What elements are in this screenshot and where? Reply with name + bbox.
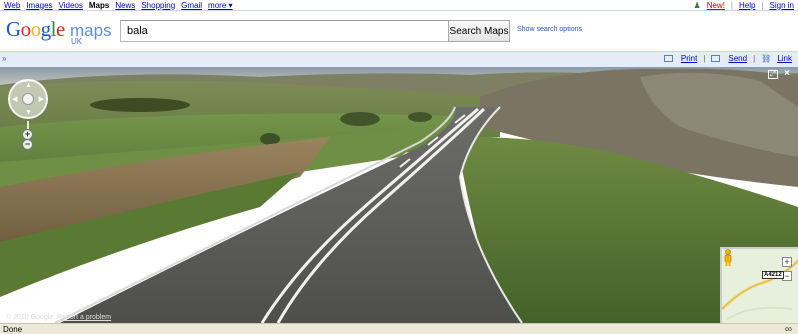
send-link[interactable]: Send — [728, 54, 747, 63]
print-icon — [663, 55, 673, 62]
pan-down-icon[interactable]: ▼ — [25, 109, 32, 116]
gbar-link-images[interactable]: Images — [26, 1, 52, 10]
map-toolbar: » Print | Send | ⛓ Link — [0, 51, 798, 67]
pan-up-icon[interactable]: ▲ — [25, 82, 32, 89]
infinity-icon: ∞ — [784, 324, 792, 334]
gbar-link-news[interactable]: News — [115, 1, 135, 10]
user-icon: ♟ — [693, 0, 701, 10]
envelope-icon — [711, 55, 721, 62]
gbar-link-maps: Maps — [88, 0, 110, 10]
google-logo[interactable]: Google — [6, 18, 65, 40]
toolbar-links: Print | Send | ⛓ Link — [663, 54, 792, 63]
pan-right-icon[interactable]: ▶ — [39, 95, 44, 103]
gbar-link-web[interactable]: Web — [4, 1, 20, 10]
gbar-link-signin[interactable]: Sign in — [770, 1, 794, 10]
gbar-link-help[interactable]: Help — [739, 1, 755, 10]
gbar-separator: | — [761, 0, 764, 10]
gbar-divider — [0, 10, 798, 11]
zoom-out-button[interactable]: − — [22, 139, 33, 150]
gbar-left-links: Web Images Videos Maps News Shopping Gma… — [4, 1, 233, 10]
toolbar-separator: | — [753, 54, 756, 63]
search-input[interactable] — [120, 20, 450, 42]
gbar-link-videos[interactable]: Videos — [59, 1, 83, 10]
chain-link-icon: ⛓ — [761, 54, 772, 63]
pan-left-icon[interactable]: ◀ — [12, 95, 17, 103]
mini-map-zoom-in[interactable]: + — [782, 257, 792, 267]
browser-status-bar: Done ∞ — [0, 323, 798, 334]
close-icon[interactable]: × — [782, 69, 792, 79]
print-link[interactable]: Print — [681, 54, 697, 63]
road-shield-label: A4212 — [762, 271, 784, 279]
link-link[interactable]: Link — [777, 54, 792, 63]
street-view-image — [0, 67, 798, 323]
copyright-text: © 2010 Google — [6, 314, 54, 321]
gbar-link-gmail[interactable]: Gmail — [181, 1, 202, 10]
pan-control[interactable]: ▲ ▼ ◀ ▶ — [8, 79, 48, 119]
header: Google maps UK Search Maps Show search o… — [0, 12, 798, 48]
street-view-panorama[interactable]: ▲ ▼ ◀ ▶ + − ⤢ × © 2010 Google Report a p… — [0, 67, 798, 323]
zoom-track — [27, 121, 29, 129]
mini-map[interactable]: + − A4212 — [720, 247, 798, 323]
status-text: Done — [3, 325, 23, 334]
show-search-options-link[interactable]: Show search options — [517, 26, 582, 33]
pegman-icon[interactable] — [722, 249, 734, 267]
google-bar: Web Images Videos Maps News Shopping Gma… — [0, 0, 798, 10]
gbar-separator: | — [730, 0, 733, 10]
search-maps-button[interactable]: Search Maps — [448, 20, 510, 42]
gbar-link-shopping[interactable]: Shopping — [141, 1, 175, 10]
fullscreen-icon[interactable]: ⤢ — [768, 70, 778, 79]
logo-region: UK — [71, 37, 83, 46]
gbar-right-links: ♟ New! | Help | Sign in — [694, 1, 794, 10]
toolbar-separator: | — [703, 54, 706, 63]
gbar-link-new[interactable]: New! — [707, 1, 725, 10]
gbar-link-more[interactable]: more ▾ — [208, 1, 232, 10]
report-problem-link[interactable]: Report a problem — [57, 314, 111, 321]
compass-center-icon[interactable] — [22, 93, 34, 105]
collapse-panel-button[interactable]: » — [2, 54, 6, 63]
